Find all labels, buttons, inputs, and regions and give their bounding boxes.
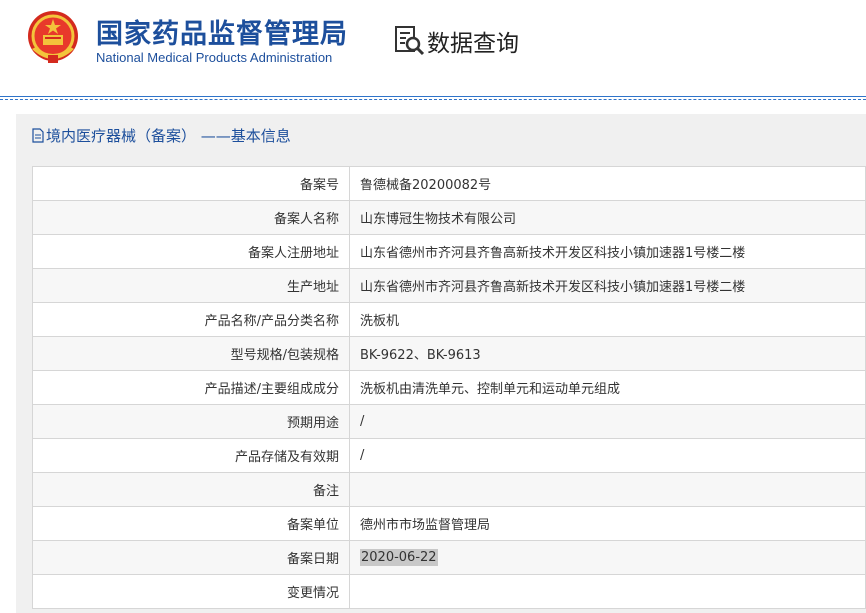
org-name-en: National Medical Products Administration (96, 50, 333, 65)
field-value: / (360, 414, 365, 429)
field-label: 备案人注册地址 (32, 234, 350, 269)
table-row: 备案单位 德州市市场监督管理局 (32, 506, 866, 541)
field-value-cell: 山东省德州市齐河县齐鲁高新技术开发区科技小镇加速器1号楼二楼 (349, 234, 866, 269)
field-value-cell (349, 472, 866, 507)
field-label: 变更情况 (32, 574, 350, 609)
field-label: 预期用途 (32, 404, 350, 439)
section-title-text: 境内医疗器械（备案） ——基本信息 (46, 127, 291, 145)
table-row: 产品描述/主要组成成分 洗板机由清洗单元、控制单元和运动单元组成 (32, 370, 866, 405)
table-row: 备案号 鲁德械备20200082号 (32, 166, 866, 201)
field-value: 洗板机 (360, 314, 400, 329)
field-value-cell: / (349, 438, 866, 473)
table-row: 生产地址 山东省德州市齐河县齐鲁高新技术开发区科技小镇加速器1号楼二楼 (32, 268, 866, 303)
field-value: 鲁德械备20200082号 (360, 178, 492, 193)
field-label: 备案号 (32, 166, 350, 201)
table-row: 型号规格/包装规格 BK-9622、BK-9613 (32, 336, 866, 371)
data-query-link[interactable]: 数据查询 (427, 24, 519, 58)
table-row: 预期用途 / (32, 404, 866, 439)
table-row: 备案人注册地址 山东省德州市齐河县齐鲁高新技术开发区科技小镇加速器1号楼二楼 (32, 234, 866, 269)
field-label: 产品描述/主要组成成分 (32, 370, 350, 405)
field-label: 产品名称/产品分类名称 (32, 302, 350, 337)
field-value: 山东省德州市齐河县齐鲁高新技术开发区科技小镇加速器1号楼二楼 (360, 280, 746, 295)
field-label: 产品存储及有效期 (32, 438, 350, 473)
table-row: 产品名称/产品分类名称 洗板机 (32, 302, 866, 337)
field-value-cell: 2020-06-22 (349, 540, 866, 575)
field-label: 备案人名称 (32, 200, 350, 235)
field-value: / (360, 448, 365, 463)
data-query-icon[interactable] (393, 24, 425, 56)
national-emblem-icon (28, 11, 78, 63)
field-label: 型号规格/包装规格 (32, 336, 350, 371)
table-row: 备案人名称 山东博冠生物技术有限公司 (32, 200, 866, 235)
table-row: 变更情况 (32, 574, 866, 609)
field-label: 备案日期 (32, 540, 350, 575)
table-row: 产品存储及有效期 / (32, 438, 866, 473)
field-value-cell: 洗板机由清洗单元、控制单元和运动单元组成 (349, 370, 866, 405)
field-value-cell: / (349, 404, 866, 439)
field-value-cell: BK-9622、BK-9613 (349, 336, 866, 371)
field-label: 备案单位 (32, 506, 350, 541)
field-value-cell: 鲁德械备20200082号 (349, 166, 866, 201)
field-value: 山东省德州市齐河县齐鲁高新技术开发区科技小镇加速器1号楼二楼 (360, 246, 746, 261)
document-icon (32, 128, 44, 143)
field-value: BK-9622、BK-9613 (360, 348, 481, 363)
field-value: 2020-06-22 (360, 549, 438, 566)
header-divider (0, 96, 866, 100)
field-value-cell: 山东博冠生物技术有限公司 (349, 200, 866, 235)
field-value: 德州市市场监督管理局 (360, 518, 491, 533)
site-header: 国家药品监督管理局 National Medical Products Admi… (0, 0, 866, 96)
org-name-cn: 国家药品监督管理局 (96, 19, 348, 50)
record-info-table: 备案号 鲁德械备20200082号 备案人名称 山东博冠生物技术有限公司 备案人注册地址… (32, 166, 866, 609)
table-row: 备案日期 2020-06-22 (32, 540, 866, 575)
table-row: 备注 (32, 472, 866, 507)
field-label: 生产地址 (32, 268, 350, 303)
field-value-cell: 德州市市场监督管理局 (349, 506, 866, 541)
field-value: 洗板机由清洗单元、控制单元和运动单元组成 (360, 382, 621, 397)
field-value: 山东博冠生物技术有限公司 (360, 212, 517, 227)
field-value-cell (349, 574, 866, 609)
basic-info-section: 境内医疗器械（备案） ——基本信息 备案号 鲁德械备20200082号 备案人名称山… (16, 114, 866, 613)
field-value-cell: 山东省德州市齐河县齐鲁高新技术开发区科技小镇加速器1号楼二楼 (349, 268, 866, 303)
field-label: 备注 (32, 472, 350, 507)
field-value-cell: 洗板机 (349, 302, 866, 337)
section-title: 境内医疗器械（备案） ——基本信息 (32, 125, 291, 146)
